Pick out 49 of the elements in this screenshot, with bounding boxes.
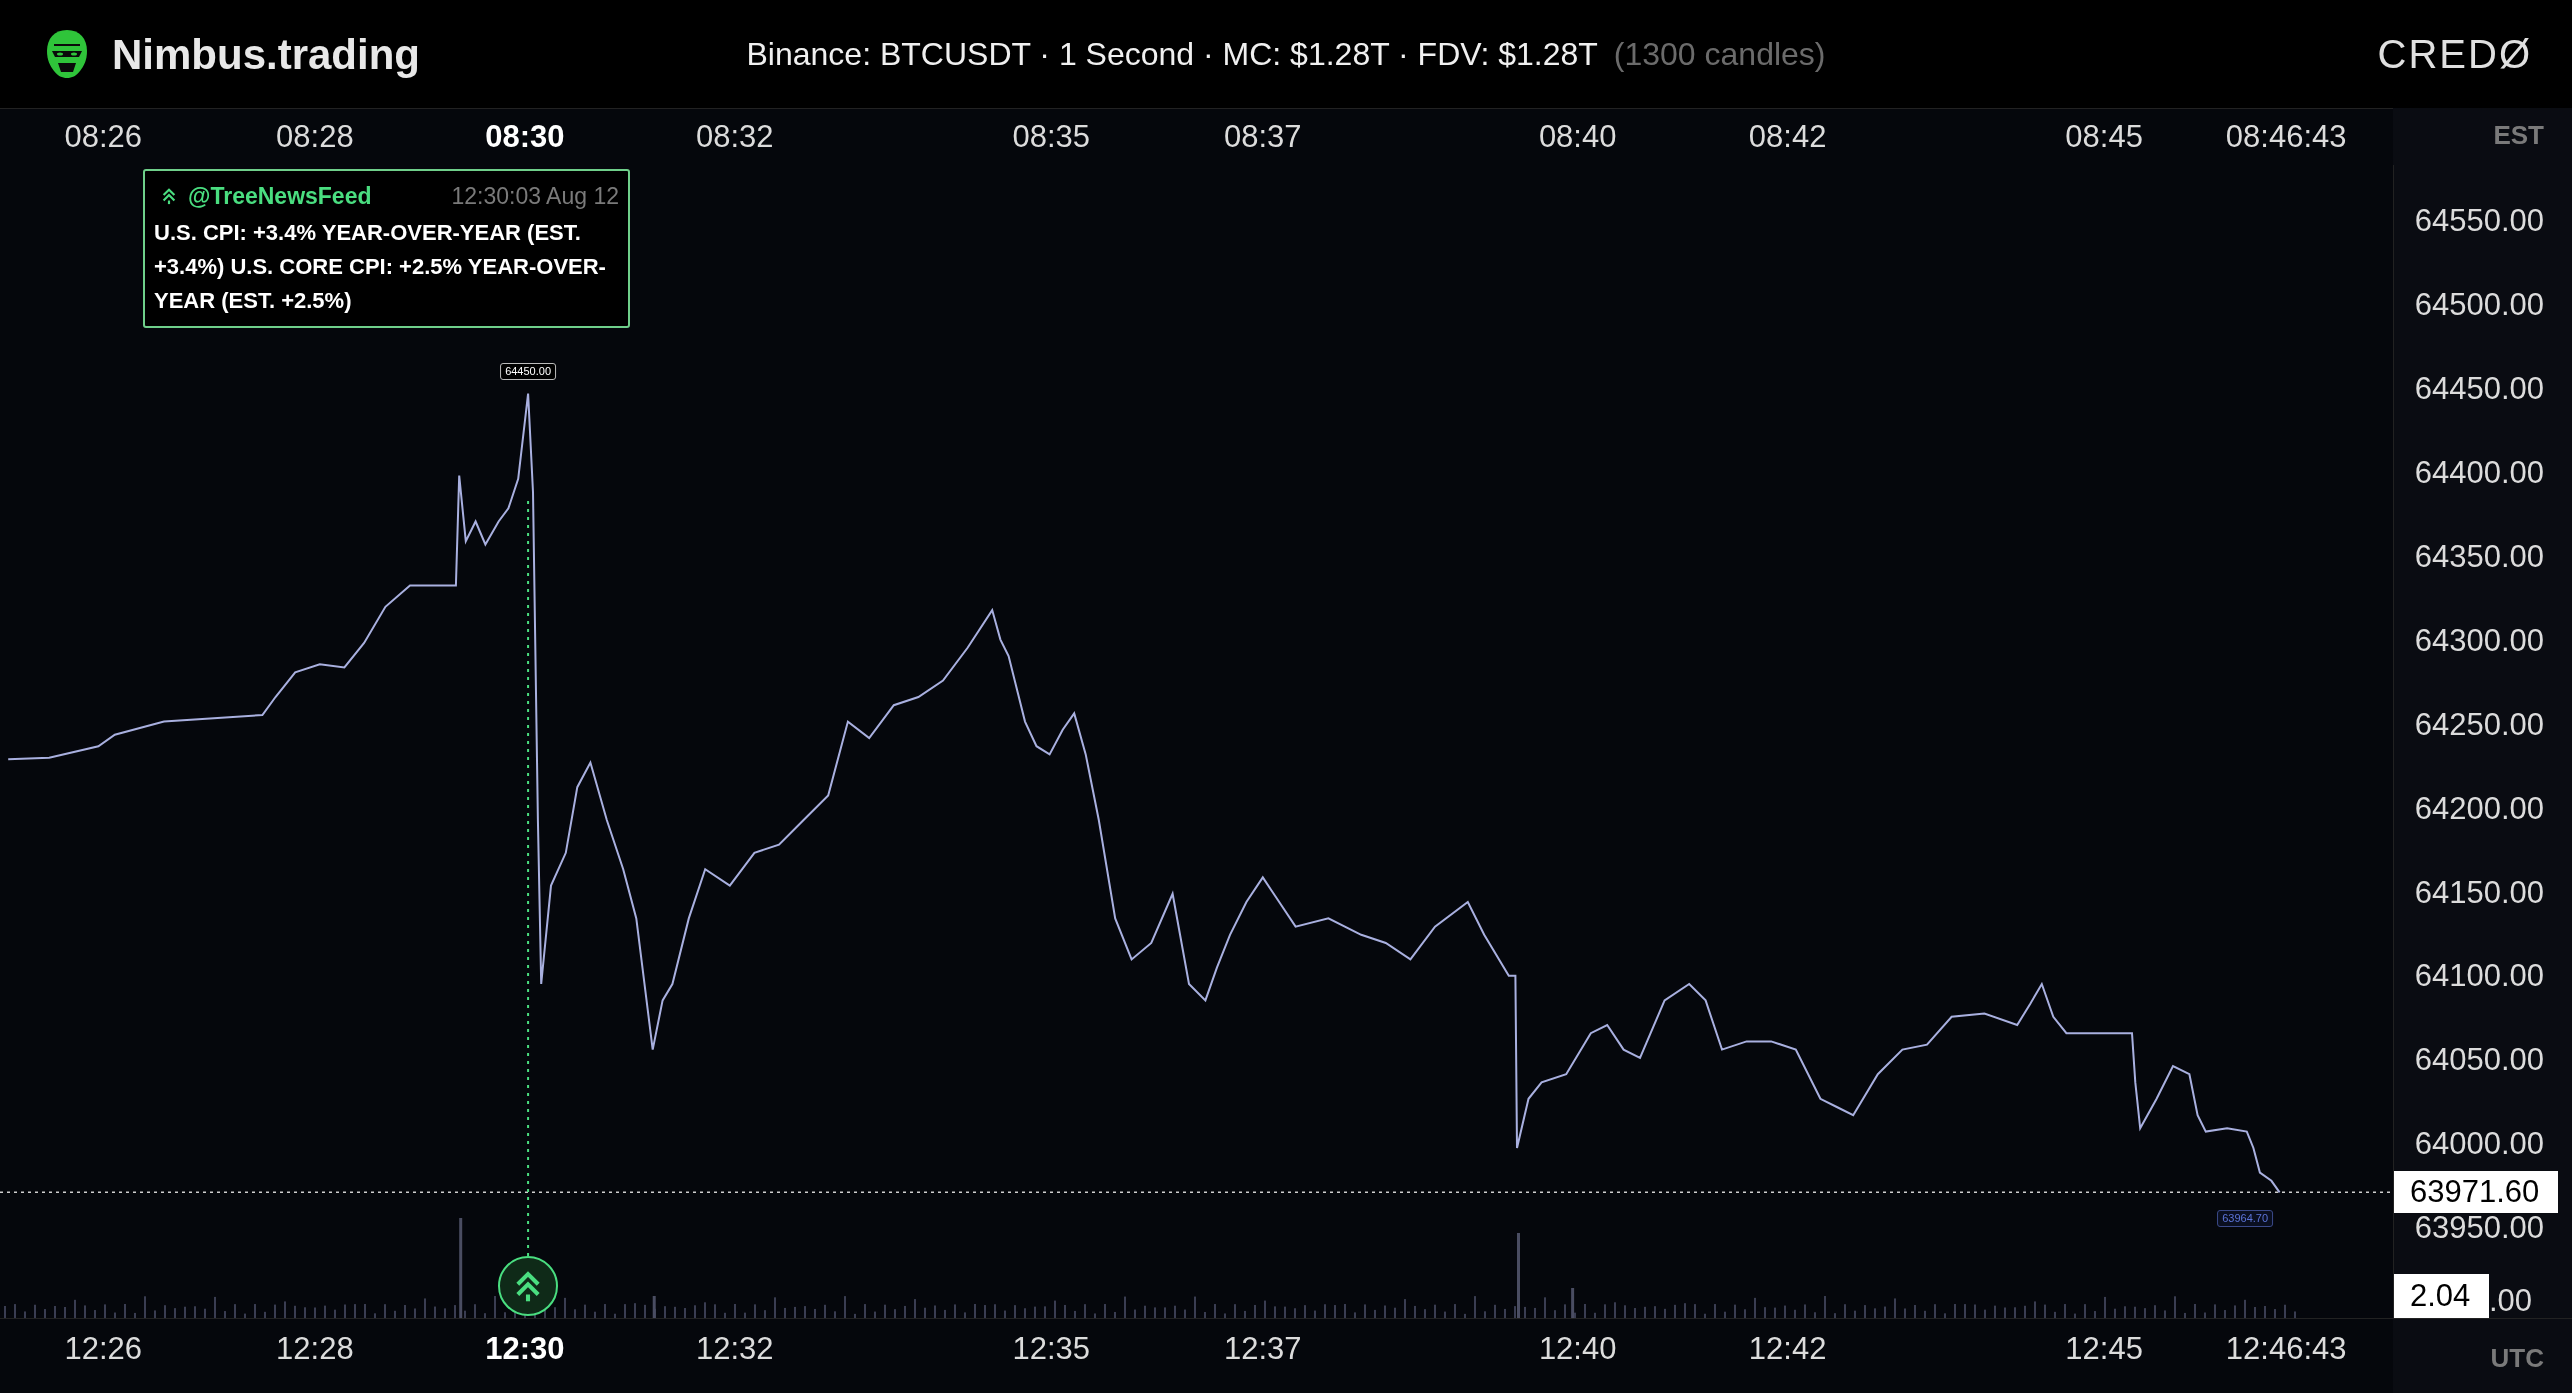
price-axis-label: 64450.00 [2414, 372, 2544, 404]
volume-badge: 2.04 [2394, 1274, 2489, 1318]
time-axis-label: 08:28 [276, 121, 354, 152]
price-axis-label: 64500.00 [2414, 288, 2544, 320]
price-axis-label: 64100.00 [2414, 959, 2544, 991]
price-axis-label: 64000.00 [2414, 1127, 2544, 1159]
time-axis-label: 12:45 [2065, 1333, 2143, 1364]
app-title: Nimbus.trading [112, 29, 420, 80]
time-axis-label: 08:32 [695, 121, 774, 152]
price-axis-label: 64150.00 [2414, 876, 2544, 907]
time-axis-label: 12:42 [1748, 1333, 1827, 1364]
time-axis-label: 12:40 [1538, 1333, 1617, 1364]
time-axis-label: 12:37 [1224, 1333, 1302, 1364]
timezone-label: UTC [2490, 1345, 2544, 1375]
chevron-up-icon [160, 187, 178, 206]
market-info: Binance: BTCUSDT · 1 Second · MC: $1.28T · FDV: $1.28T [746, 35, 1598, 74]
volume-axis-label: .00 [2489, 1285, 2533, 1318]
time-axis-label: 08:42 [1748, 121, 1827, 152]
time-axis-label: 08:26 [64, 121, 143, 152]
time-axis-label: 12:28 [276, 1333, 354, 1364]
price-axis-label: 64350.00 [2414, 540, 2544, 572]
high-price-label: 64450.00 [500, 362, 556, 380]
time-axis-label: 12:26 [64, 1333, 143, 1364]
time-axis-label: 12:35 [1012, 1333, 1090, 1364]
low-price-label: 63964.70 [2217, 1210, 2274, 1228]
time-axis-label: 12:32 [695, 1333, 774, 1364]
news-time: 12:30:03 Aug 12 [451, 182, 619, 211]
time-axis-label: 12:30 [485, 1333, 565, 1364]
news-source: @TreeNewsFeed [188, 182, 372, 211]
price-axis-label: 64400.00 [2414, 456, 2544, 488]
price-axis-label: 64200.00 [2414, 792, 2544, 824]
time-axis-label: 08:37 [1224, 121, 1302, 152]
time-axis-label: 08:35 [1012, 121, 1090, 152]
price-axis-label: 64550.00 [2414, 204, 2544, 236]
news-marker[interactable] [498, 1256, 559, 1316]
time-axis-label: 08:40 [1538, 121, 1617, 152]
candle-count: (1300 candles) [1613, 35, 1826, 74]
news-text: U.S. CPI: +3.4% YEAR-OVER-YEAR (EST. +3.4%) U.S. CORE CPI: +2.5% YEAR-OVER-YEAR (EST. +2.5%) [154, 218, 607, 315]
time-axis-label: 08:30 [485, 121, 565, 152]
brand-logo: CREDØ [2377, 31, 2532, 78]
time-axis-label: 12:46:43 [2225, 1333, 2347, 1364]
price-axis-label: 64300.00 [2414, 624, 2544, 656]
price-axis-label: 64050.00 [2414, 1043, 2544, 1075]
time-axis-label: 08:46:43 [2225, 121, 2347, 152]
price-axis-label: 64250.00 [2414, 708, 2544, 740]
current-price-badge: 63971.60 [2394, 1171, 2558, 1214]
timezone-label: EST [2493, 122, 2544, 152]
price-axis-label: 63950.00 [2414, 1211, 2544, 1243]
time-axis-label: 08:45 [2065, 121, 2143, 152]
